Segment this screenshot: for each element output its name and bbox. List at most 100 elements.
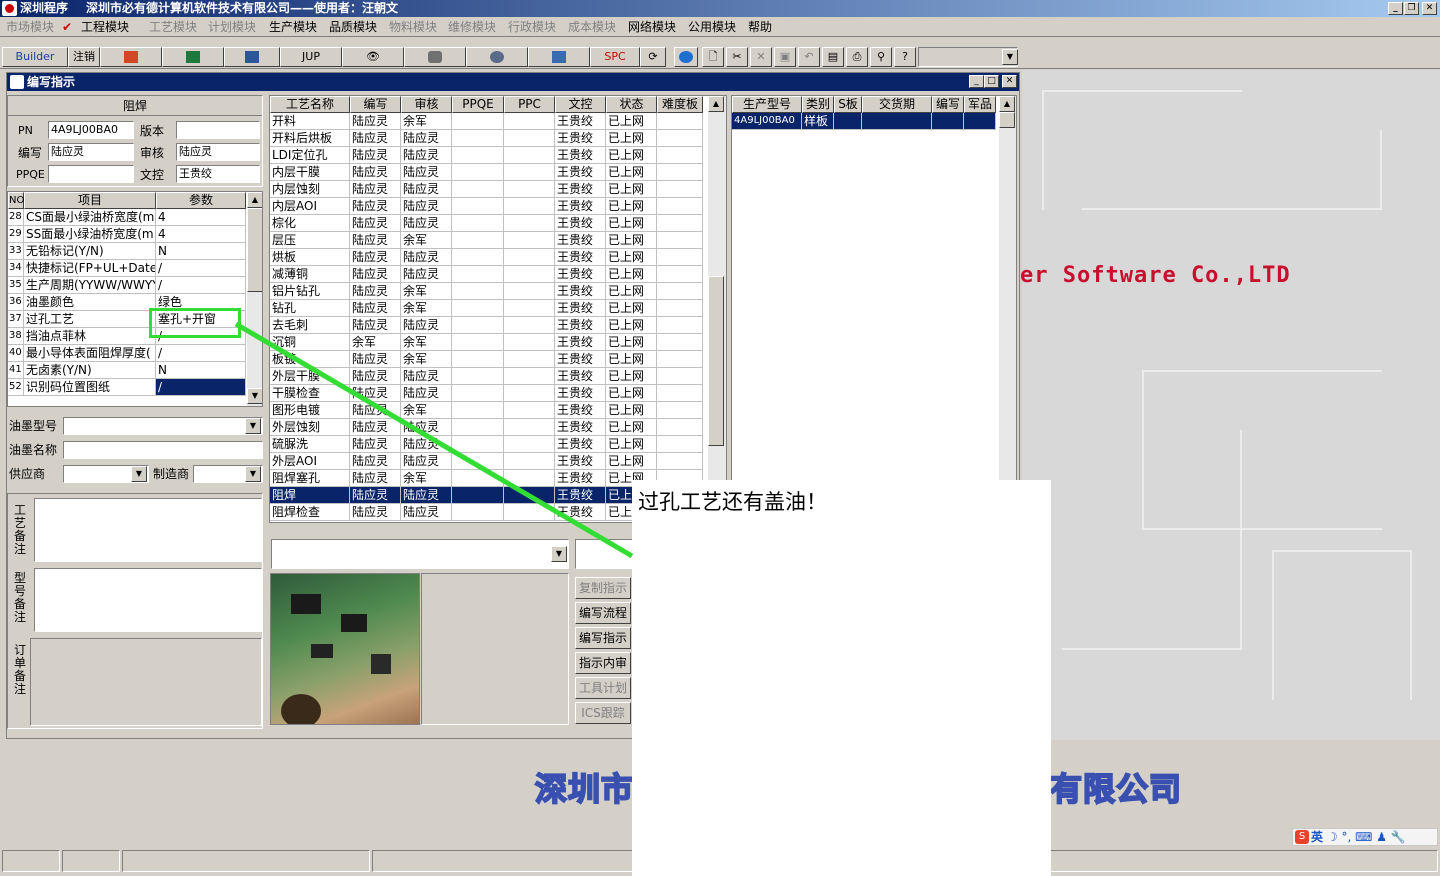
param-scrollbar[interactable]: ▲ ▼ bbox=[246, 192, 262, 406]
process-doc-cell[interactable]: 王贵绞 bbox=[555, 487, 606, 504]
process-name-cell[interactable]: 沉铜 bbox=[270, 334, 350, 351]
ppqe-field[interactable] bbox=[48, 165, 134, 183]
process-ppc-cell[interactable] bbox=[504, 504, 555, 521]
process-difficulty-cell[interactable] bbox=[657, 436, 703, 453]
process-status-cell[interactable]: 已上网 bbox=[606, 300, 657, 317]
process-review-cell[interactable]: 余军 bbox=[401, 470, 452, 487]
param-row-no[interactable]: 40 bbox=[8, 345, 24, 362]
param-row-value[interactable]: 4 bbox=[156, 209, 246, 226]
process-ppc-cell[interactable] bbox=[504, 181, 555, 198]
param-row-value[interactable]: / bbox=[156, 260, 246, 277]
ink-type-chevron-icon[interactable]: ▼ bbox=[245, 418, 261, 434]
param-row-no[interactable]: 37 bbox=[8, 311, 24, 328]
process-ppc-cell[interactable] bbox=[504, 130, 555, 147]
window-minimize-icon[interactable]: _ bbox=[969, 75, 984, 88]
process-doc-cell[interactable]: 王贵绞 bbox=[555, 334, 606, 351]
process-writer-cell[interactable]: 陆应灵 bbox=[350, 181, 401, 198]
process-ppc-cell[interactable] bbox=[504, 436, 555, 453]
process-doc-cell[interactable]: 王贵绞 bbox=[555, 385, 606, 402]
process-ppqe-cell[interactable] bbox=[452, 470, 504, 487]
process-writer-cell[interactable]: 余军 bbox=[350, 334, 401, 351]
process-difficulty-cell[interactable] bbox=[657, 419, 703, 436]
order-s-cell[interactable] bbox=[834, 113, 862, 130]
ime-toolbar[interactable]: S英 ☽ °, ⌨ ♟ 🔧 bbox=[1292, 828, 1438, 846]
process-doc-cell[interactable]: 王贵绞 bbox=[555, 453, 606, 470]
order-scroll-up-icon[interactable]: ▲ bbox=[999, 96, 1015, 112]
process-review-cell[interactable]: 陆应灵 bbox=[401, 436, 452, 453]
process-writer-cell[interactable]: 陆应灵 bbox=[350, 402, 401, 419]
param-row-value[interactable]: N bbox=[156, 243, 246, 260]
process-ppc-cell[interactable] bbox=[504, 402, 555, 419]
param-row-value[interactable]: / bbox=[156, 379, 246, 396]
process-status-cell[interactable]: 已上网 bbox=[606, 266, 657, 283]
process-doc-cell[interactable]: 王贵绞 bbox=[555, 215, 606, 232]
ime-language[interactable]: 英 bbox=[1311, 830, 1323, 844]
param-row-value[interactable]: / bbox=[156, 277, 246, 294]
help-icon[interactable]: ? bbox=[894, 47, 916, 67]
process-writer-cell[interactable]: 陆应灵 bbox=[350, 487, 401, 504]
maker-chevron-icon[interactable]: ▼ bbox=[245, 466, 261, 482]
ppt-icon[interactable] bbox=[100, 47, 162, 67]
process-ppqe-cell[interactable] bbox=[452, 487, 504, 504]
process-review-cell[interactable]: 陆应灵 bbox=[401, 130, 452, 147]
process-doc-cell[interactable]: 王贵绞 bbox=[555, 368, 606, 385]
param-row-item[interactable]: 无卤素(Y/N) bbox=[24, 362, 156, 379]
process-ppc-cell[interactable] bbox=[504, 300, 555, 317]
process-ppc-cell[interactable] bbox=[504, 232, 555, 249]
cut-icon[interactable]: ✂ bbox=[726, 47, 748, 67]
scroll-up-icon[interactable]: ▲ bbox=[247, 192, 262, 208]
process-review-cell[interactable]: 陆应灵 bbox=[401, 198, 452, 215]
process-ppc-cell[interactable] bbox=[504, 317, 555, 334]
order-grid[interactable]: 生产型号 类别 S板 交货期 编写 军品 4A9LJ00BA0 样板 ▲ bbox=[731, 95, 1017, 523]
process-writer-cell[interactable]: 陆应灵 bbox=[350, 453, 401, 470]
process-doc-cell[interactable]: 王贵绞 bbox=[555, 164, 606, 181]
param-row-item[interactable]: 挡油点菲林 bbox=[24, 328, 156, 345]
process-name-cell[interactable]: 阻焊 bbox=[270, 487, 350, 504]
menu-process[interactable]: 工艺模块 bbox=[149, 19, 197, 35]
computer-icon[interactable] bbox=[528, 47, 590, 67]
order-header-type[interactable]: 类别 bbox=[802, 96, 834, 113]
process-ppqe-cell[interactable] bbox=[452, 249, 504, 266]
process-status-cell[interactable]: 已上网 bbox=[606, 453, 657, 470]
process-combo[interactable] bbox=[271, 539, 569, 569]
order-scrollbar[interactable]: ▲ bbox=[998, 96, 1016, 522]
process-ppqe-cell[interactable] bbox=[452, 453, 504, 470]
process-scrollbar[interactable]: ▲ bbox=[707, 96, 726, 522]
process-ppqe-cell[interactable] bbox=[452, 181, 504, 198]
process-review-cell[interactable]: 陆应灵 bbox=[401, 453, 452, 470]
process-difficulty-cell[interactable] bbox=[657, 453, 703, 470]
process-name-cell[interactable]: 钻孔 bbox=[270, 300, 350, 317]
order-due-cell[interactable] bbox=[862, 113, 932, 130]
process-doc-cell[interactable]: 王贵绞 bbox=[555, 436, 606, 453]
process-name-cell[interactable]: 棕化 bbox=[270, 215, 350, 232]
process-status-cell[interactable]: 已上网 bbox=[606, 181, 657, 198]
process-status-cell[interactable]: 已上网 bbox=[606, 368, 657, 385]
menu-network[interactable]: 网络模块 bbox=[628, 19, 676, 35]
process-difficulty-cell[interactable] bbox=[657, 198, 703, 215]
process-difficulty-cell[interactable] bbox=[657, 113, 703, 130]
process-status-cell[interactable]: 已上网 bbox=[606, 385, 657, 402]
process-name-cell[interactable]: LDI定位孔 bbox=[270, 147, 350, 164]
order-header-military[interactable]: 军品 bbox=[964, 96, 996, 113]
write-flow-button[interactable]: 编写流程 bbox=[575, 602, 631, 624]
process-writer-cell[interactable]: 陆应灵 bbox=[350, 385, 401, 402]
param-row-item[interactable]: 油墨颜色 bbox=[24, 294, 156, 311]
menu-admin[interactable]: 行政模块 bbox=[508, 19, 556, 35]
process-name-cell[interactable]: 外层干膜 bbox=[270, 368, 350, 385]
process-review-cell[interactable]: 陆应灵 bbox=[401, 249, 452, 266]
process-difficulty-cell[interactable] bbox=[657, 385, 703, 402]
process-status-cell[interactable]: 已上网 bbox=[606, 232, 657, 249]
process-review-cell[interactable]: 陆应灵 bbox=[401, 181, 452, 198]
process-difficulty-cell[interactable] bbox=[657, 249, 703, 266]
process-ppc-cell[interactable] bbox=[504, 147, 555, 164]
process-writer-cell[interactable]: 陆应灵 bbox=[350, 436, 401, 453]
process-grid[interactable]: 工艺名称 编写 审核 PPQE PPC 文控 状态 难度板 开料 陆应灵 余军 王贵绞… bbox=[269, 95, 727, 523]
scroll-down-icon[interactable]: ▼ bbox=[247, 388, 262, 404]
process-note-field[interactable] bbox=[34, 498, 262, 562]
builder-button[interactable]: Builder bbox=[2, 47, 68, 67]
menu-common[interactable]: 公用模块 bbox=[688, 19, 736, 35]
process-writer-cell[interactable]: 陆应灵 bbox=[350, 351, 401, 368]
process-doc-cell[interactable]: 王贵绞 bbox=[555, 470, 606, 487]
process-review-cell[interactable]: 陆应灵 bbox=[401, 215, 452, 232]
process-status-cell[interactable]: 已上网 bbox=[606, 215, 657, 232]
